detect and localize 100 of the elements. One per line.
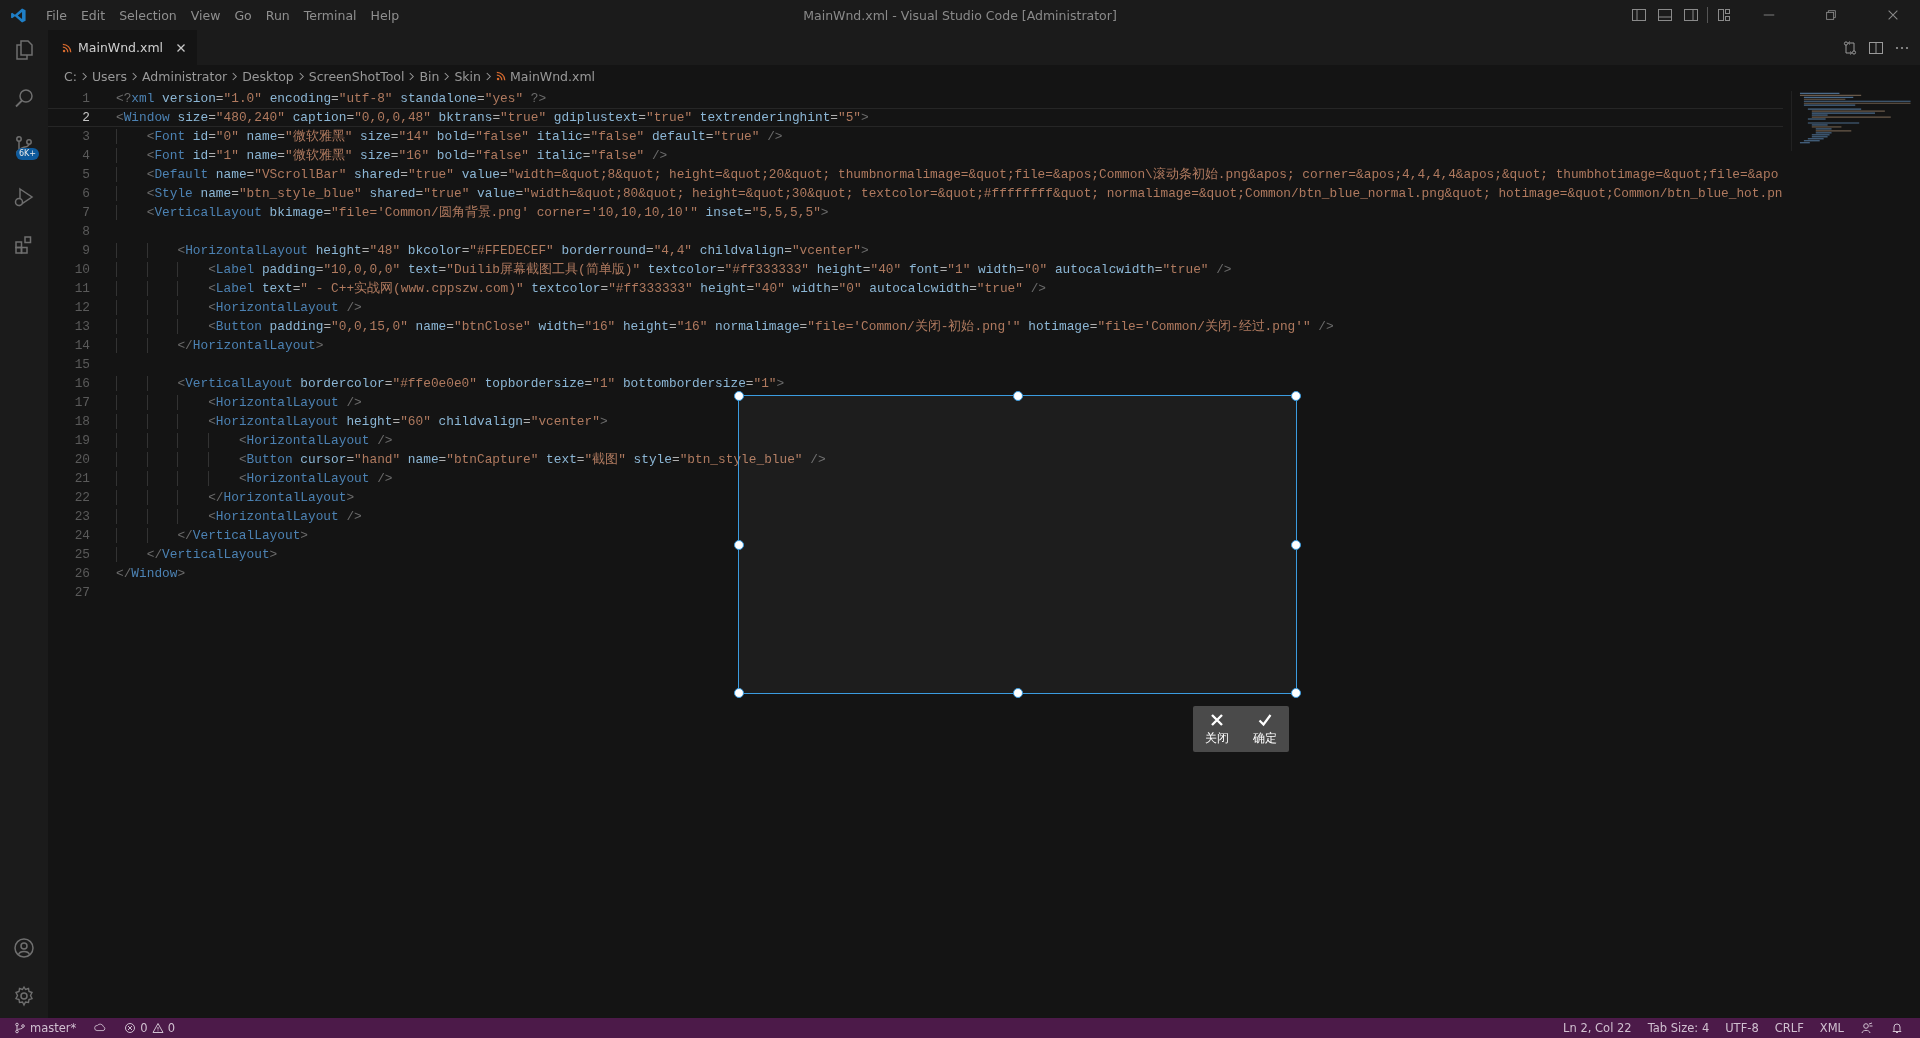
code-line: </HorizontalLayout> (116, 336, 324, 355)
resize-handle[interactable] (1291, 391, 1301, 401)
menu-item[interactable]: Terminal (296, 7, 364, 23)
line-ending[interactable]: CRLF (1774, 1021, 1804, 1035)
warning-count[interactable]: 0 (167, 1021, 175, 1035)
close-icon (1209, 711, 1225, 728)
code-line: <Font id="1" name="微软雅黑" size="16" bold="false" italic="false" /> (116, 146, 668, 165)
error-icon[interactable] (124, 1022, 137, 1034)
chevron-icon (297, 70, 305, 82)
app-logo (10, 6, 27, 24)
breadcrumb-item[interactable]: Bin (419, 68, 440, 84)
resize-handle[interactable] (1291, 688, 1301, 698)
feedback-icon[interactable] (1861, 1022, 1873, 1034)
changes-badge: 6K+ (16, 148, 40, 160)
breadcrumb-item[interactable]: Users (91, 68, 127, 84)
compare-changes-icon[interactable] (1842, 39, 1858, 56)
breadcrumb-item[interactable]: C: (64, 68, 77, 84)
line-number: 9 (81, 242, 90, 260)
error-count[interactable]: 0 (140, 1021, 148, 1035)
line-number: 18 (73, 413, 90, 431)
code-line: <HorizontalLayout /> (116, 469, 393, 488)
settings-icon[interactable] (12, 984, 36, 1008)
editor-tab[interactable]: MainWnd.xml (48, 30, 198, 65)
restore-icon[interactable] (1824, 8, 1838, 22)
breadcrumb-item[interactable]: Desktop (242, 68, 294, 84)
resize-handle[interactable] (734, 688, 744, 698)
cursor-position[interactable]: Ln 2, Col 22 (1563, 1021, 1632, 1035)
rss-icon (496, 71, 506, 81)
check-icon (1257, 711, 1273, 728)
menu-item[interactable]: Selection (112, 7, 184, 23)
run-debug-icon[interactable] (12, 185, 36, 209)
line-number: 24 (73, 527, 90, 545)
toggle-secondary-sidebar-icon[interactable] (1683, 7, 1699, 23)
breadcrumb-item[interactable]: ScreenShotTool (308, 68, 405, 84)
chevron-icon (130, 70, 138, 82)
breadcrumb-item[interactable]: Administrator (141, 68, 228, 84)
code-line: <VerticalLayout bkimage="file='Common/圆角背景.png' corner='10,10,10,10'" inset="5,5,5,5"> (116, 203, 829, 222)
code-line: <VerticalLayout bordercolor="#ffe0e0e0" topbordersize="1" bottombordersize="1"> (116, 374, 785, 393)
branch-icon[interactable] (14, 1022, 26, 1034)
code-line: </Window> (116, 565, 186, 583)
line-number: 23 (73, 508, 90, 526)
code-line: <?xml version="1.0" encoding="utf-8" standalone="yes" ?> (116, 90, 547, 108)
line-number: 8 (81, 223, 90, 241)
code-line: </VerticalLayout> (116, 545, 278, 564)
code-line: <Window size="480,240" caption="0,0,0,48" bktrans="true" gdiplustext="true" textrenderinghint="5"> (116, 109, 869, 126)
line-number: 21 (73, 470, 90, 488)
resize-handle[interactable] (734, 391, 744, 401)
line-number: 25 (73, 546, 90, 564)
code-line: </HorizontalLayout> (116, 488, 355, 507)
close-icon[interactable] (1886, 8, 1900, 22)
tab-size[interactable]: Tab Size: 4 (1647, 1021, 1710, 1035)
breadcrumb-item[interactable]: Skin (454, 68, 481, 84)
resize-handle[interactable] (1012, 391, 1023, 401)
code-line: <HorizontalLayout /> (116, 507, 362, 526)
code-line: <HorizontalLayout /> (116, 298, 362, 317)
code-line: <Label text=" - C++实战网(www.cppszw.com)" textcolor="#ff333333" height="40" width="0" autocalcwidth="true" /> (116, 279, 1046, 298)
menu-item[interactable]: Go (227, 7, 259, 23)
line-number: 15 (73, 356, 90, 374)
toggle-panel-icon[interactable] (1657, 7, 1673, 23)
close-capture-button[interactable]: 关闭 (1201, 709, 1233, 749)
line-number: 5 (81, 166, 90, 184)
line-number: 14 (73, 337, 90, 355)
line-number: 4 (81, 147, 90, 165)
breadcrumb-item[interactable]: MainWnd.xml (510, 68, 596, 84)
menu-item[interactable]: Help (363, 7, 407, 23)
close-tab-icon[interactable] (175, 41, 188, 54)
line-number: 16 (73, 375, 90, 393)
menu-item[interactable]: View (183, 7, 228, 23)
split-editor-icon[interactable] (1868, 39, 1884, 56)
language-mode[interactable]: XML (1819, 1021, 1844, 1035)
toggle-sidebar-icon[interactable] (1631, 7, 1647, 23)
code-line: <Style name="btn_style_blue" shared="true" value="width=&quot;80&quot; height=&quot;30&quot; textcolor=&quot;#ffffffff&quot; normalimage=&quot;Common/btn_blue_normal.png&quot; hotimage=&quot;Common/btn_blue_hot.pn (116, 184, 1783, 203)
branch-name[interactable]: master* (30, 1021, 77, 1035)
layout-icon[interactable] (1716, 7, 1732, 23)
menu-item[interactable]: Run (258, 7, 297, 23)
menu-item[interactable]: File (39, 7, 74, 23)
window-title: MainWnd.xml - Visual Studio Code [Administrator] (802, 7, 1118, 23)
line-number: 3 (81, 128, 90, 146)
line-number: 19 (73, 432, 90, 450)
confirm-capture-button[interactable]: 确定 (1249, 709, 1281, 749)
sync-icon[interactable] (94, 1022, 107, 1034)
menu-item[interactable]: Edit (73, 7, 113, 23)
resize-handle[interactable] (1012, 688, 1023, 698)
line-number: 6 (81, 185, 90, 203)
resize-handle[interactable] (1291, 539, 1301, 550)
line-number: 11 (73, 280, 90, 298)
code-line: <Font id="0" name="微软雅黑" size="14" bold="false" italic="false" default="true" /> (116, 127, 783, 146)
line-number: 22 (73, 489, 90, 507)
code-line: <Label padding="10,0,0,0" text="Duilib屏幕截图工具(简单版)" textcolor="#ff333333" height="40" font="1" width="0" autocalcwidth="true" /> (116, 260, 1232, 279)
line-number: 26 (73, 565, 90, 583)
resize-handle[interactable] (734, 539, 744, 550)
notifications-icon[interactable] (1891, 1022, 1903, 1034)
line-number: 7 (81, 204, 90, 222)
code-line: <HorizontalLayout /> (116, 431, 393, 450)
line-number: 20 (73, 451, 90, 469)
code-line: <Default name="VScrollBar" shared="true" value="width=&quot;8&quot; height=&quot;20&quot; thumbnormalimage=&quot;file=&apos;Common\滚动条初始.png&apos; corner=&apos;4,4,4,4&apos;&quot; thumbhotimage=&quot;file=&apo (116, 165, 1779, 184)
account-icon[interactable] (12, 936, 36, 960)
line-number: 1 (81, 90, 90, 108)
encoding[interactable]: UTF-8 (1725, 1021, 1759, 1035)
warning-icon[interactable] (151, 1022, 164, 1034)
